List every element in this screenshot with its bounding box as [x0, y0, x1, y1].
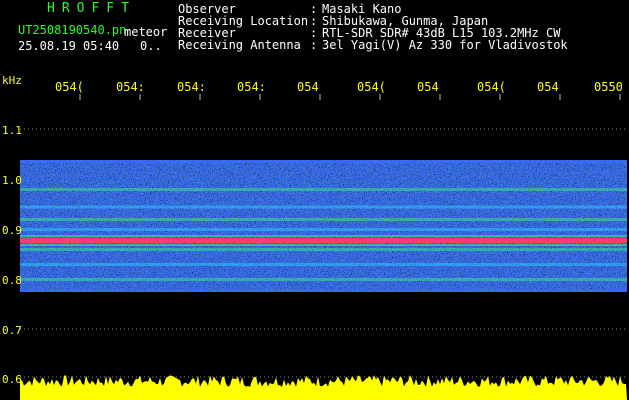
freq-label: 1.0	[2, 174, 22, 187]
info-key: Receiving Antenna	[178, 38, 301, 52]
spectrogram-band	[20, 160, 627, 292]
meteor-label: meteor	[124, 25, 168, 39]
freq-label: 1.1	[2, 124, 22, 137]
station-info: Observer : Masaki Kano Receiving Locatio…	[178, 3, 568, 51]
band-line	[20, 263, 627, 266]
time-tick-label: 054	[537, 80, 559, 94]
time-tick-label: 054(	[55, 80, 84, 94]
info-separator: :	[310, 38, 318, 52]
time-tick-label: 054(	[357, 80, 386, 94]
freq-label: 0.7	[2, 324, 22, 337]
band-line	[20, 248, 627, 251]
time-tick-label: 054	[417, 80, 439, 94]
time-tick-label: 054:	[116, 80, 145, 94]
hrofft-window: HROFFT UT2508190540.pn meteor 25.08.19 0…	[0, 0, 629, 400]
time-tick-label: 054(	[477, 80, 506, 94]
y-axis-unit: kHz	[2, 74, 22, 87]
strong-signal-line	[20, 235, 627, 246]
timestamp: 25.08.19 05:40	[18, 39, 120, 53]
time-tick-marks	[79, 94, 621, 100]
time-tick-label: 054	[297, 80, 319, 94]
file-name: UT2508190540.pn	[18, 23, 127, 37]
band-line	[20, 218, 627, 221]
info-row-antenna: Receiving Antenna : 3el Yagi(V) Az 330 f…	[178, 39, 568, 51]
time-tick-label: 054:	[177, 80, 206, 94]
amplitude-trace	[20, 375, 627, 400]
freq-label: 0.9	[2, 224, 22, 237]
spectrogram-plot	[20, 94, 627, 400]
freq-label: 0.8	[2, 274, 22, 287]
info-value: 3el Yagi(V) Az 330 for Vladivostok	[322, 38, 568, 52]
band-line	[20, 205, 627, 209]
band-line	[20, 228, 627, 231]
freq-label: 0.6	[2, 373, 22, 386]
band-line	[20, 278, 627, 281]
time-tick-label: 0550	[594, 80, 623, 94]
band-line	[20, 188, 627, 191]
meteor-count: 0..	[140, 39, 162, 53]
app-title: HROFFT	[47, 1, 136, 16]
time-tick-label: 054:	[237, 80, 266, 94]
